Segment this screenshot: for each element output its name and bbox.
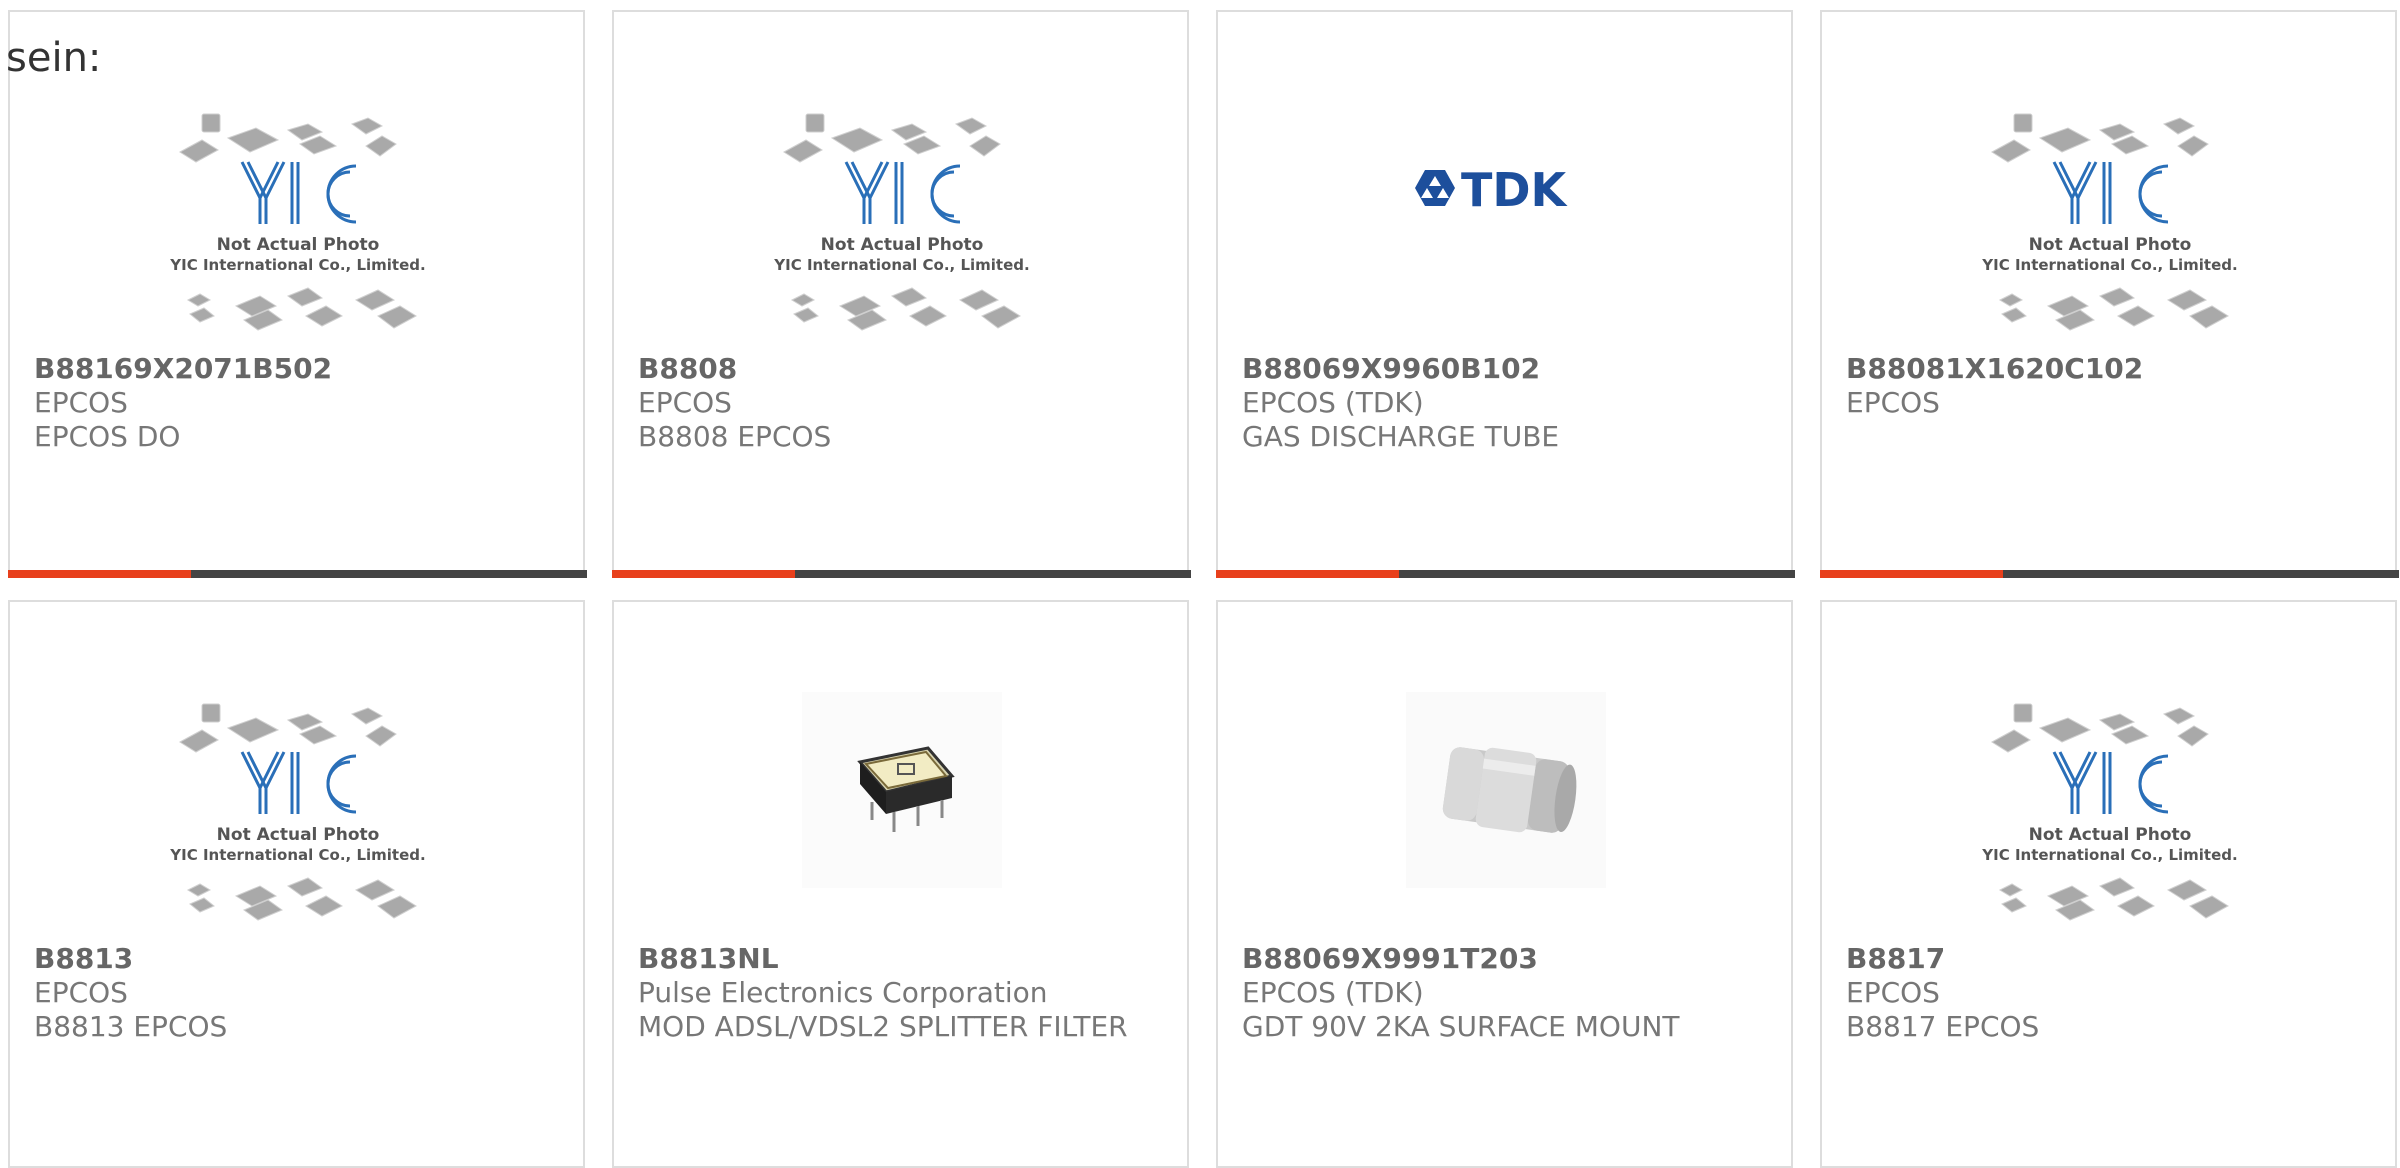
product-card[interactable]: Not Actual Photo YIC International Co., …: [1820, 10, 2399, 578]
card-footer-accent: [1216, 570, 1399, 578]
svg-text:Not Actual Photo: Not Actual Photo: [217, 235, 380, 255]
svg-text:TDK: TDK: [1461, 163, 1569, 217]
description: GAS DISCHARGE TUBE: [1242, 420, 1560, 453]
card-footer-accent: [8, 570, 191, 578]
part-number[interactable]: B88169X2071B502: [34, 352, 554, 386]
part-number[interactable]: B8813NL: [638, 942, 1158, 976]
manufacturer: EPCOS: [638, 386, 732, 419]
product-image-placeholder: Not Actual Photo YIC International Co., …: [160, 690, 436, 942]
product-image-placeholder: Not Actual Photo YIC International Co., …: [1972, 690, 2248, 942]
manufacturer: EPCOS (TDK): [1242, 976, 1424, 1009]
card-footer-bar: [8, 570, 587, 578]
part-number[interactable]: B88069X9960B102: [1242, 352, 1762, 386]
manufacturer: EPCOS (TDK): [1242, 386, 1424, 419]
part-number[interactable]: B8813: [34, 942, 554, 976]
description: MOD ADSL/VDSL2 SPLITTER FILTER: [638, 1010, 1128, 1043]
product-image-placeholder: Not Actual Photo YIC International Co., …: [764, 100, 1040, 352]
description: B8813 EPCOS: [34, 1010, 228, 1043]
svg-text:YIC International Co., Limited: YIC International Co., Limited.: [169, 256, 425, 274]
gdt-photo-icon: [1406, 692, 1606, 888]
product-image-placeholder: Not Actual Photo YIC International Co., …: [160, 100, 436, 352]
manufacturer: EPCOS: [1846, 386, 1940, 419]
card-footer-accent: [612, 570, 795, 578]
part-number[interactable]: B8808: [638, 352, 1158, 386]
product-card[interactable]: Not Actual Photo YIC International Co., …: [1820, 600, 2397, 1168]
product-card[interactable]: Not Actual Photo YIC International Co., …: [8, 600, 585, 1168]
product-card[interactable]: TDK B88069X9960B102 EPCOS (TDK) GAS DISC…: [1216, 10, 1795, 578]
card-footer-bar: [612, 570, 1191, 578]
manufacturer: Pulse Electronics Corporation: [638, 976, 1048, 1009]
part-number[interactable]: B8817: [1846, 942, 2366, 976]
product-card[interactable]: B8813NL Pulse Electronics Corporation MO…: [612, 600, 1189, 1168]
svg-text:YIC International Co., Limited: YIC International Co., Limited.: [169, 846, 425, 864]
manufacturer: EPCOS: [34, 976, 128, 1009]
product-card[interactable]: B88069X9991T203 EPCOS (TDK) GDT 90V 2KA …: [1216, 600, 1793, 1168]
part-number[interactable]: B88081X1620C102: [1846, 352, 2366, 386]
tdk-logo-icon: TDK: [1415, 163, 1569, 217]
product-image: [1368, 690, 1644, 942]
svg-text:Not Actual Photo: Not Actual Photo: [2029, 825, 2192, 845]
description: EPCOS DO: [34, 420, 181, 453]
card-footer-bar: [1820, 570, 2399, 578]
svg-text:YIC International Co., Limited: YIC International Co., Limited.: [773, 256, 1029, 274]
product-card[interactable]: Not Actual Photo YIC International Co., …: [612, 10, 1191, 578]
svg-text:YIC International Co., Limited: YIC International Co., Limited.: [1981, 256, 2237, 274]
product-image-placeholder: Not Actual Photo YIC International Co., …: [1972, 100, 2248, 352]
part-number[interactable]: B88069X9991T203: [1242, 942, 1762, 976]
product-card[interactable]: Not Actual Photo YIC International Co., …: [8, 10, 587, 578]
manufacturer: EPCOS: [1846, 976, 1940, 1009]
transformer-photo-icon: [802, 692, 1002, 888]
intro-text: sein:: [6, 35, 102, 81]
card-footer-bar: [1216, 570, 1795, 578]
description: B8808 EPCOS: [638, 420, 832, 453]
svg-text:Not Actual Photo: Not Actual Photo: [2029, 235, 2192, 255]
product-image: TDK: [1368, 100, 1644, 352]
description: GDT 90V 2KA SURFACE MOUNT: [1242, 1010, 1680, 1043]
svg-text:Not Actual Photo: Not Actual Photo: [821, 235, 984, 255]
svg-text:YIC International Co., Limited: YIC International Co., Limited.: [1981, 846, 2237, 864]
card-footer-accent: [1820, 570, 2003, 578]
product-image: [764, 690, 1040, 942]
svg-text:Not Actual Photo: Not Actual Photo: [217, 825, 380, 845]
manufacturer: EPCOS: [34, 386, 128, 419]
description: B8817 EPCOS: [1846, 1010, 2040, 1043]
